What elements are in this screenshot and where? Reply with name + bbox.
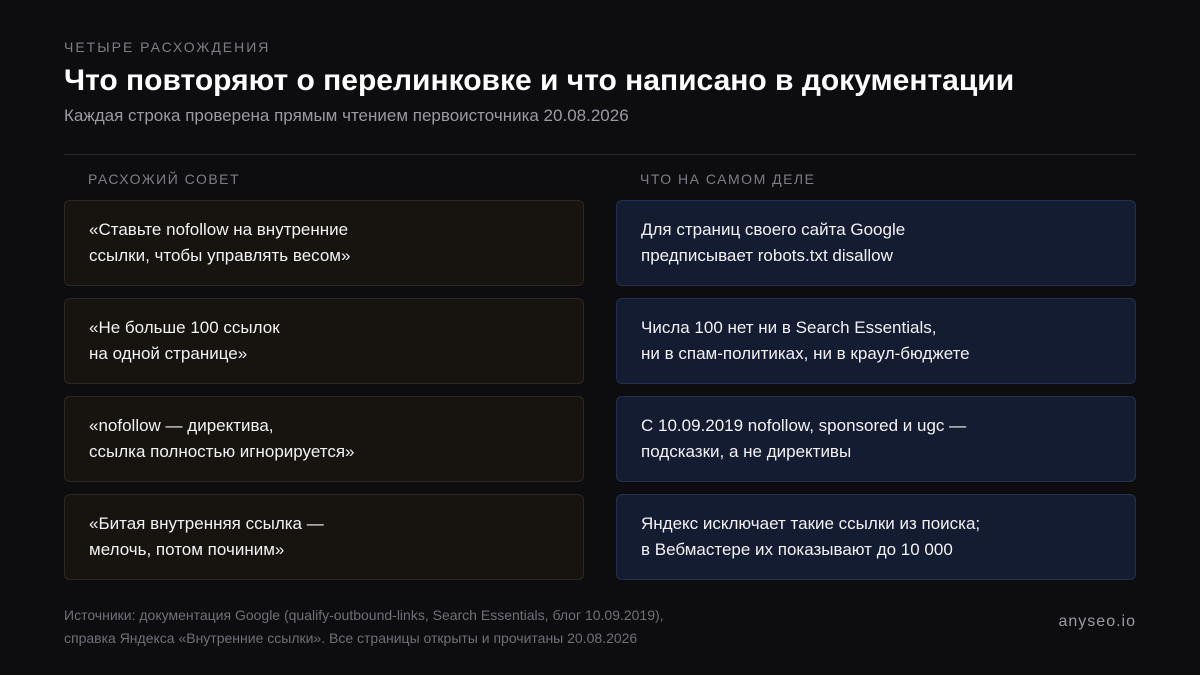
fact-card: Яндекс исключает такие ссылки из поиска;… [616, 494, 1136, 580]
card-text-line: «Ставьте nofollow на внутренние [89, 220, 349, 239]
header-divider [64, 154, 1136, 155]
card-text-line: мелочь, потом починим» [89, 540, 285, 559]
fact-card: Для страниц своего сайта Google предписы… [616, 200, 1136, 286]
card-text-line: в Вебмастере их показывают до 10 000 [641, 540, 953, 559]
card-text-line: подсказки, а не директивы [641, 442, 852, 461]
column-header-fact: ЧТО НА САМОМ ДЕЛЕ [640, 171, 816, 187]
myth-card: «Не больше 100 ссылок на одной странице» [64, 298, 584, 384]
card-text-line: ни в спам-политиках, ни в краул-бюджете [641, 344, 970, 363]
column-header-myth: РАСХОЖИЙ СОВЕТ [88, 171, 241, 187]
footnote-line: справка Яндекса «Внутренние ссылки». Все… [64, 630, 638, 646]
card-text-line: С 10.09.2019 nofollow, sponsored и ugc — [641, 416, 967, 435]
fact-card: Числа 100 нет ни в Search Essentials, ни… [616, 298, 1136, 384]
card-text-line: предписывает robots.txt disallow [641, 246, 893, 265]
eyebrow-label: ЧЕТЫРЕ РАСХОЖДЕНИЯ [64, 39, 271, 55]
fact-card: С 10.09.2019 nofollow, sponsored и ugc —… [616, 396, 1136, 482]
page-subtitle: Каждая строка проверена прямым чтением п… [64, 106, 629, 125]
myth-card: «Битая внутренняя ссылка — мелочь, потом… [64, 494, 584, 580]
card-text-line: ссылка полностью игнорируется» [89, 442, 355, 461]
card-text-line: на одной странице» [89, 344, 248, 363]
card-text-line: «Не больше 100 ссылок [89, 318, 280, 337]
card-text-line: ссылки, чтобы управлять весом» [89, 246, 351, 265]
card-text-line: Яндекс исключает такие ссылки из поиска; [641, 514, 981, 533]
myth-card: «Ставьте nofollow на внутренние ссылки, … [64, 200, 584, 286]
myth-card: «nofollow — директива, ссылка полностью … [64, 396, 584, 482]
footnote-line: Источники: документация Google (qualify-… [64, 607, 664, 623]
page-title: Что повторяют о перелинковке и что напис… [64, 64, 1015, 97]
card-text-line: «Битая внутренняя ссылка — [89, 514, 324, 533]
sources-footnote: Источники: документация Google (qualify-… [64, 604, 664, 650]
card-text-line: Для страниц своего сайта Google [641, 220, 906, 239]
card-text-line: Числа 100 нет ни в Search Essentials, [641, 318, 937, 337]
brand-label: anyseo.io [1058, 613, 1136, 630]
card-text-line: «nofollow — директива, [89, 416, 274, 435]
